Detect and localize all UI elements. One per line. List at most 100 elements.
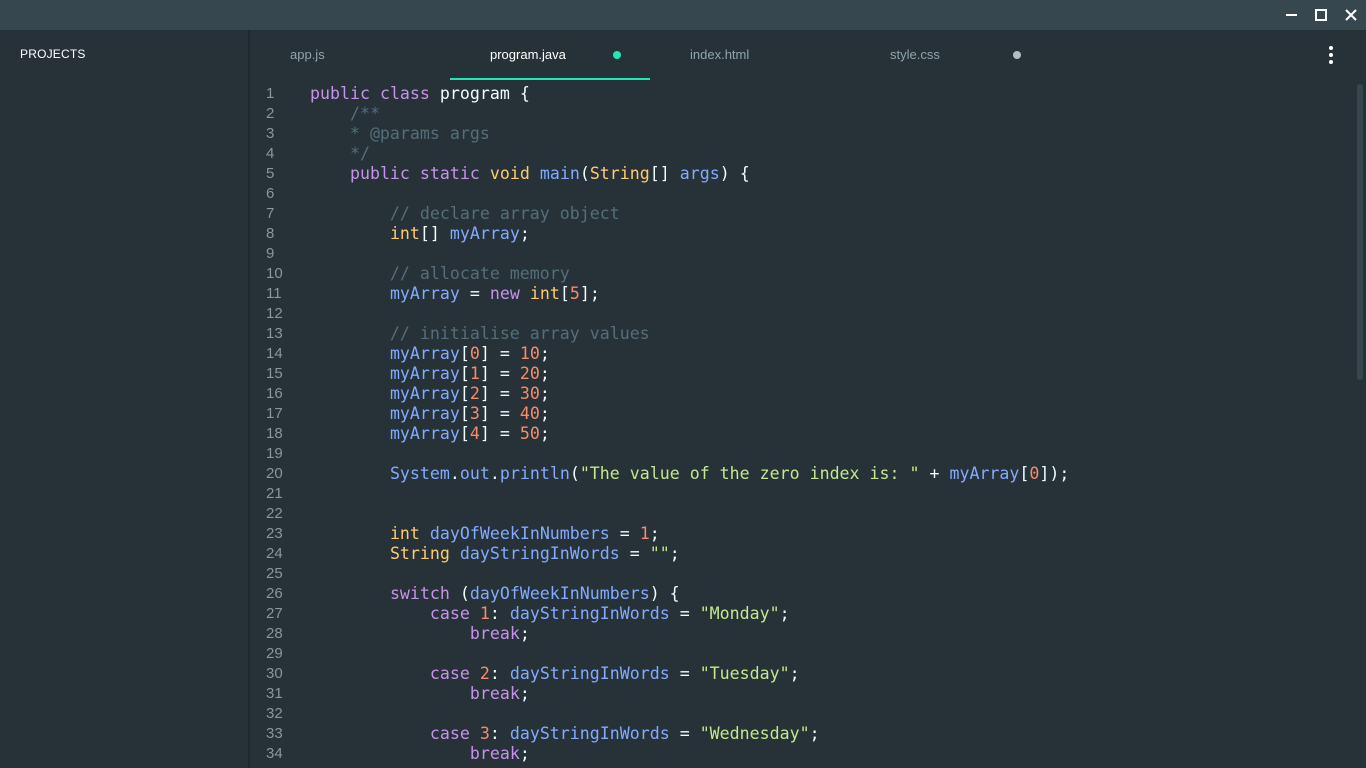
line-number: 15 bbox=[266, 365, 283, 382]
tab-bar: app.js program.java index.html style.css bbox=[250, 30, 1366, 80]
tab-label: index.html bbox=[690, 47, 750, 62]
code-text: // allocate memory bbox=[310, 264, 570, 283]
code-line: 30 case 2: dayStringInWords = "Tuesday"; bbox=[250, 664, 1366, 684]
tab-index-html[interactable]: index.html bbox=[650, 30, 850, 80]
line-number: 10 bbox=[266, 265, 283, 282]
line-number: 22 bbox=[266, 505, 283, 522]
code-text: myArray[0] = 10; bbox=[389, 344, 550, 363]
code-text: case 3: dayStringInWords = "Wednesday"; bbox=[429, 724, 820, 743]
code-line: 34 break; bbox=[250, 744, 1366, 764]
line-number: 31 bbox=[266, 685, 283, 702]
line-number: 28 bbox=[266, 625, 283, 642]
code-line: 25 bbox=[250, 564, 1366, 584]
tab-style-css[interactable]: style.css bbox=[850, 30, 1050, 80]
line-number: 6 bbox=[266, 185, 275, 202]
line-number: 26 bbox=[266, 585, 283, 602]
line-number: 32 bbox=[266, 705, 283, 722]
code-text: int dayOfWeekInNumbers = 1; bbox=[389, 524, 660, 543]
code-line: 7 // declare array object bbox=[250, 204, 1366, 224]
tab-program-java[interactable]: program.java bbox=[450, 30, 650, 80]
line-number: 13 bbox=[266, 325, 283, 342]
code-line: 24 String dayStringInWords = ""; bbox=[250, 544, 1366, 564]
code-text: public static void main(String[] args) { bbox=[349, 164, 750, 183]
maximize-icon[interactable] bbox=[1306, 0, 1336, 30]
code-text: System.out.println("The value of the zer… bbox=[389, 464, 1070, 483]
more-vertical-icon[interactable] bbox=[1316, 40, 1346, 70]
code-line: 23 int dayOfWeekInNumbers = 1; bbox=[250, 524, 1366, 544]
title-bar bbox=[0, 0, 1366, 30]
line-number: 17 bbox=[266, 405, 283, 422]
sidebar-title: PROJECTS bbox=[20, 47, 86, 61]
line-number: 2 bbox=[266, 105, 275, 122]
code-text: myArray[2] = 30; bbox=[389, 384, 550, 403]
code-text: int[] myArray; bbox=[389, 224, 530, 243]
code-line: 12 bbox=[250, 304, 1366, 324]
code-text: /** bbox=[310, 104, 380, 123]
line-number: 14 bbox=[266, 345, 283, 362]
minimize-icon[interactable] bbox=[1276, 0, 1306, 30]
editor-scrollbar[interactable] bbox=[1357, 84, 1363, 380]
line-number: 12 bbox=[266, 305, 283, 322]
code-text: public class program { bbox=[310, 84, 530, 103]
code-text: // initialise array values bbox=[310, 324, 650, 343]
line-number: 23 bbox=[266, 525, 283, 542]
line-number: 27 bbox=[266, 605, 283, 622]
line-number: 19 bbox=[266, 445, 283, 462]
modified-dot-icon bbox=[613, 51, 621, 59]
line-number: 5 bbox=[266, 165, 275, 182]
code-line: 8 int[] myArray; bbox=[250, 224, 1366, 244]
code-line: 11 myArray = new int[5]; bbox=[250, 284, 1366, 304]
line-number: 16 bbox=[266, 385, 283, 402]
line-number: 29 bbox=[266, 645, 283, 662]
code-line: 22 bbox=[250, 504, 1366, 524]
tab-app-js[interactable]: app.js bbox=[250, 30, 450, 80]
code-line: 19 bbox=[250, 444, 1366, 464]
code-text: break; bbox=[469, 684, 530, 703]
line-number: 11 bbox=[266, 285, 282, 302]
code-text: myArray[4] = 50; bbox=[389, 424, 550, 443]
code-line: 26 switch (dayOfWeekInNumbers) { bbox=[250, 584, 1366, 604]
code-editor[interactable]: 1 public class program { 2 /** 3 * @params … bbox=[250, 84, 1366, 768]
code-line: 32 bbox=[250, 704, 1366, 724]
tab-label: app.js bbox=[290, 47, 325, 62]
code-text: break; bbox=[469, 744, 530, 763]
code-text: * @params args bbox=[310, 124, 490, 143]
line-number: 20 bbox=[266, 465, 283, 482]
code-line: 16 myArray[2] = 30; bbox=[250, 384, 1366, 404]
code-text: myArray[1] = 20; bbox=[389, 364, 550, 383]
code-text: break; bbox=[469, 624, 530, 643]
line-number: 9 bbox=[266, 245, 275, 262]
code-line: 13 // initialise array values bbox=[250, 324, 1366, 344]
code-text: switch (dayOfWeekInNumbers) { bbox=[389, 584, 680, 603]
line-number: 8 bbox=[266, 225, 275, 242]
code-line: 17 myArray[3] = 40; bbox=[250, 404, 1366, 424]
code-text: case 2: dayStringInWords = "Tuesday"; bbox=[429, 664, 800, 683]
line-number: 30 bbox=[266, 665, 283, 682]
code-line: 10 // allocate memory bbox=[250, 264, 1366, 284]
code-text: myArray[3] = 40; bbox=[389, 404, 550, 423]
modified-dot-icon bbox=[1013, 51, 1021, 59]
projects-sidebar: PROJECTS bbox=[0, 30, 250, 768]
code-line: 18 myArray[4] = 50; bbox=[250, 424, 1366, 444]
line-number: 1 bbox=[266, 85, 275, 102]
code-line: 33 case 3: dayStringInWords = "Wednesday… bbox=[250, 724, 1366, 744]
line-number: 34 bbox=[266, 745, 283, 762]
code-text: */ bbox=[310, 144, 370, 163]
line-number: 25 bbox=[266, 565, 283, 582]
tab-label: program.java bbox=[490, 47, 566, 62]
line-number: 33 bbox=[266, 725, 283, 742]
code-text: myArray = new int[5]; bbox=[389, 284, 600, 303]
code-text: // declare array object bbox=[310, 204, 620, 223]
close-icon[interactable] bbox=[1336, 0, 1366, 30]
code-line: 1 public class program { bbox=[250, 84, 1366, 104]
tab-label: style.css bbox=[890, 47, 940, 62]
line-number: 18 bbox=[266, 425, 283, 442]
code-line: 15 myArray[1] = 20; bbox=[250, 364, 1366, 384]
line-number: 3 bbox=[266, 125, 275, 142]
code-line: 31 break; bbox=[250, 684, 1366, 704]
code-text: String dayStringInWords = ""; bbox=[389, 544, 680, 563]
line-number: 21 bbox=[266, 485, 283, 502]
code-line: 21 bbox=[250, 484, 1366, 504]
line-number: 7 bbox=[266, 205, 275, 222]
line-number: 4 bbox=[266, 145, 275, 162]
